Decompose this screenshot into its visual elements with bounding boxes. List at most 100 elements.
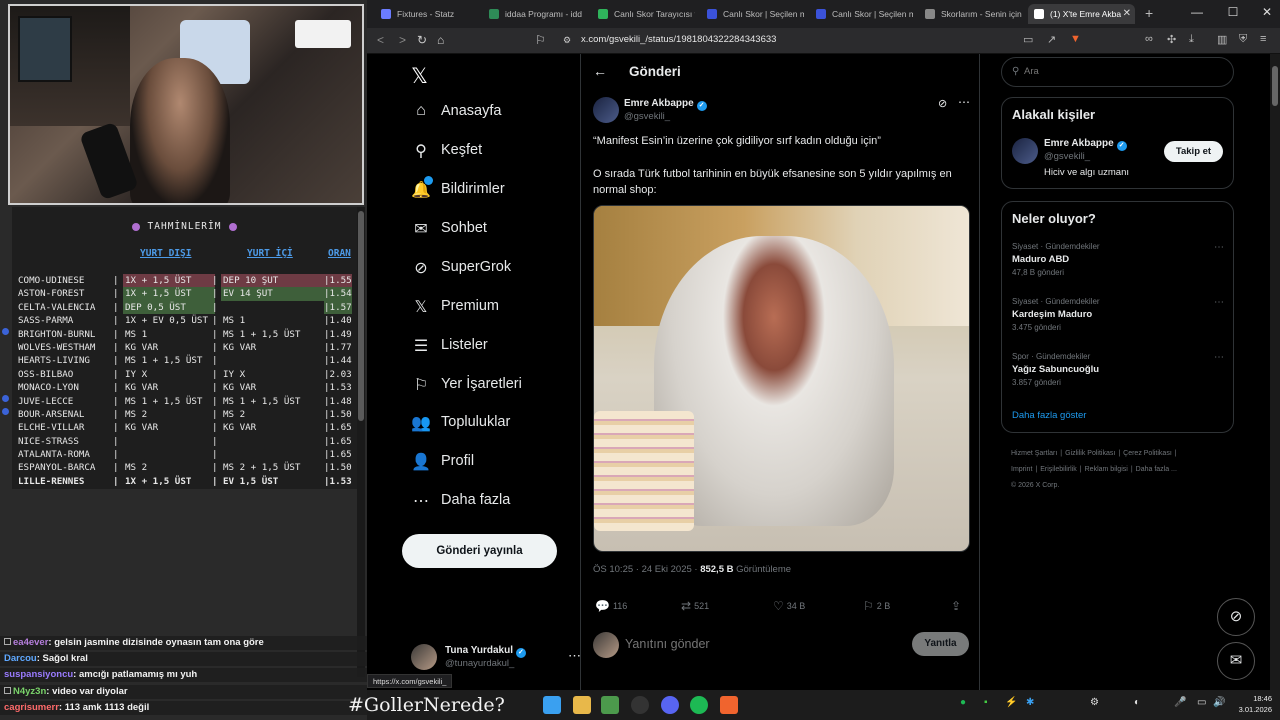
sidebar-icon[interactable]: ▥ xyxy=(1217,33,1227,46)
bookmark-page-icon[interactable]: ⚐ xyxy=(535,33,546,47)
retweet-stat[interactable]: ⇄ 521 xyxy=(681,599,709,613)
file-explorer-icon[interactable] xyxy=(573,696,591,714)
vpn-icon[interactable]: ∞ xyxy=(1145,33,1153,45)
trend-item[interactable]: Siyaset · Gündemdekiler Kardeşim Maduro 3.… xyxy=(1012,297,1224,332)
yurt-disi-pick: KG VAR xyxy=(125,341,159,353)
brave-shield-icon[interactable]: ▼ xyxy=(1070,33,1081,45)
network-icon[interactable]: ▭ xyxy=(1197,697,1206,708)
obs-icon[interactable] xyxy=(631,696,649,714)
tray-icon[interactable]: ⚡ xyxy=(1005,697,1017,708)
back-icon[interactable]: < xyxy=(377,33,384,47)
search-box[interactable]: ⚲ xyxy=(1001,57,1234,87)
trend-count: 3.475 gönderi xyxy=(1012,323,1061,332)
search-input[interactable] xyxy=(1024,66,1214,77)
footer-link[interactable]: Gizlilik Politikası xyxy=(1065,450,1115,457)
url-field[interactable]: x.com/gsvekili_/status/19818043222843436… xyxy=(581,34,776,45)
like-stat[interactable]: ♡ 34 B xyxy=(773,599,805,613)
back-arrow-icon[interactable]: ← xyxy=(593,63,607,79)
tray-icon[interactable]: ⚙ xyxy=(1090,697,1099,708)
browser-tab[interactable]: (1) X'te Emre Akba ✕ xyxy=(1028,4,1135,24)
taskbar-clock[interactable]: 18:46 3.01.2026 xyxy=(1228,693,1272,715)
scroll-thumb[interactable] xyxy=(1272,66,1278,106)
reply-button[interactable]: Yanıtla xyxy=(912,632,969,656)
x-logo-icon[interactable]: 𝕏 xyxy=(411,64,428,88)
discord-icon[interactable] xyxy=(661,696,679,714)
minimize-icon[interactable]: — xyxy=(1187,5,1207,19)
footer-link[interactable]: Çerez Politikası xyxy=(1123,450,1172,457)
browser-tab[interactable]: Canlı Skor | Seçilen m xyxy=(701,4,804,24)
share-stat[interactable]: ⇪ xyxy=(951,599,964,613)
reload-icon[interactable]: ↻ xyxy=(417,33,427,47)
post-button[interactable]: Gönderi yayınla xyxy=(402,534,557,568)
match-name: LILLE-RENNES xyxy=(18,475,85,487)
site-info-icon[interactable]: ⚙ xyxy=(563,35,571,46)
divider: | xyxy=(113,408,119,420)
cast-icon[interactable]: ▭ xyxy=(1023,33,1033,46)
close-window-icon[interactable]: ✕ xyxy=(1257,5,1277,19)
messages-float-button[interactable]: ✉ xyxy=(1217,642,1255,680)
microphone-icon[interactable]: 🎤 xyxy=(1174,697,1186,708)
browser-tab[interactable]: Fixtures - Statz xyxy=(375,4,478,24)
table-row: ELCHE-VILLAR | KG VAR | KG VAR |1.65 xyxy=(12,421,357,434)
search-icon: ⚲ xyxy=(1012,66,1020,77)
footer-link[interactable]: Imprint xyxy=(1011,466,1032,473)
related-name[interactable]: Emre Akbappe ✓ xyxy=(1044,138,1127,151)
browser-tab[interactable]: iddaa Programı - idd xyxy=(483,4,586,24)
footer-link[interactable]: Hizmet Şartları xyxy=(1011,450,1057,457)
extensions-icon[interactable]: ✣ xyxy=(1167,33,1176,46)
account-switcher[interactable]: Tuna Yurdakul ✓ @tunayurdakul_ ⋯ xyxy=(411,642,581,678)
maximize-icon[interactable]: ☐ xyxy=(1223,5,1243,19)
trend-item[interactable]: Spor · Gündemdekiler Yağız Sabuncuoğlu 3.8… xyxy=(1012,352,1224,387)
chat-badge-icon xyxy=(4,686,11,694)
grok-icon[interactable]: ⊘ xyxy=(938,97,947,110)
new-tab-button[interactable]: + xyxy=(1145,5,1153,21)
reply-input[interactable] xyxy=(625,637,885,651)
tray-icon[interactable]: ◐ xyxy=(1134,697,1140,708)
follow-button[interactable]: Takip et xyxy=(1164,141,1223,162)
footer-link[interactable]: © 2026 X Corp. xyxy=(1011,482,1059,489)
scroll-thumb[interactable] xyxy=(358,211,364,421)
volume-icon[interactable]: 🔊 xyxy=(1213,697,1225,708)
browser-tab[interactable]: Canlı Skor Tarayıcısı ve xyxy=(592,4,695,24)
wallet-icon[interactable]: ⛨ xyxy=(1239,33,1247,46)
nvidia-tray-icon[interactable]: ▪ xyxy=(984,697,988,708)
footer-link[interactable]: Erişilebilirlik xyxy=(1040,466,1077,473)
browser-tab[interactable]: Skorlarım - Senin için xyxy=(919,4,1022,24)
left-scrollbar[interactable] xyxy=(357,207,365,677)
tweet-media-image[interactable] xyxy=(593,205,970,552)
match-name: SASS-PARMA xyxy=(18,315,74,327)
download-icon[interactable]: ⤓ xyxy=(1189,33,1194,46)
match-name: HEARTS-LIVING xyxy=(18,355,90,367)
grok-float-button[interactable]: ⊘ xyxy=(1217,598,1255,636)
browser-tab[interactable]: Canlı Skor | Seçilen m xyxy=(810,4,913,24)
more-dots-icon[interactable]: ⋯ xyxy=(1214,352,1224,363)
footer-link[interactable]: Daha fazla ... xyxy=(1136,466,1177,473)
menu-icon[interactable]: ≡ xyxy=(1260,33,1266,45)
brave-icon[interactable] xyxy=(720,696,738,714)
share-icon[interactable]: ↗ xyxy=(1047,33,1056,46)
author-name[interactable]: Emre Akbappe ✓ xyxy=(624,98,707,111)
footer-link[interactable]: Reklam bilgisi xyxy=(1085,466,1128,473)
windows-start-icon[interactable] xyxy=(543,696,561,714)
avatar[interactable] xyxy=(1012,138,1038,164)
close-tab-icon[interactable]: ✕ xyxy=(1123,4,1131,24)
more-dots-icon[interactable]: ⋯ xyxy=(958,95,970,109)
table-row: MONACO-LYON | KG VAR | KG VAR |1.53 xyxy=(12,381,357,394)
reply-stat[interactable]: 💬 116 xyxy=(595,599,627,613)
spotify-tray-icon[interactable]: ● xyxy=(960,697,966,708)
forward-icon[interactable]: > xyxy=(399,33,406,47)
bookmark-stat[interactable]: ⚐ 2 B xyxy=(863,599,890,613)
trend-item[interactable]: Siyaset · Gündemdekiler Maduro ABD 47,8 B … xyxy=(1012,242,1224,277)
page-scrollbar[interactable] xyxy=(1270,54,1280,690)
nav-label: Topluluklar xyxy=(441,414,511,430)
more-dots-icon[interactable]: ⋯ xyxy=(1214,297,1224,308)
home-browser-icon[interactable]: ⌂ xyxy=(437,33,444,47)
more-dots-icon[interactable]: ⋯ xyxy=(1214,242,1224,253)
notepad-icon[interactable] xyxy=(601,696,619,714)
show-more-link[interactable]: Daha fazla göster xyxy=(1012,410,1086,421)
author-handle[interactable]: @gsvekili_ xyxy=(624,111,670,122)
bluetooth-icon[interactable]: ✱ xyxy=(1026,697,1034,708)
odds-value: |1.65 xyxy=(324,449,352,461)
spotify-icon[interactable] xyxy=(690,696,708,714)
author-avatar[interactable] xyxy=(593,97,619,123)
